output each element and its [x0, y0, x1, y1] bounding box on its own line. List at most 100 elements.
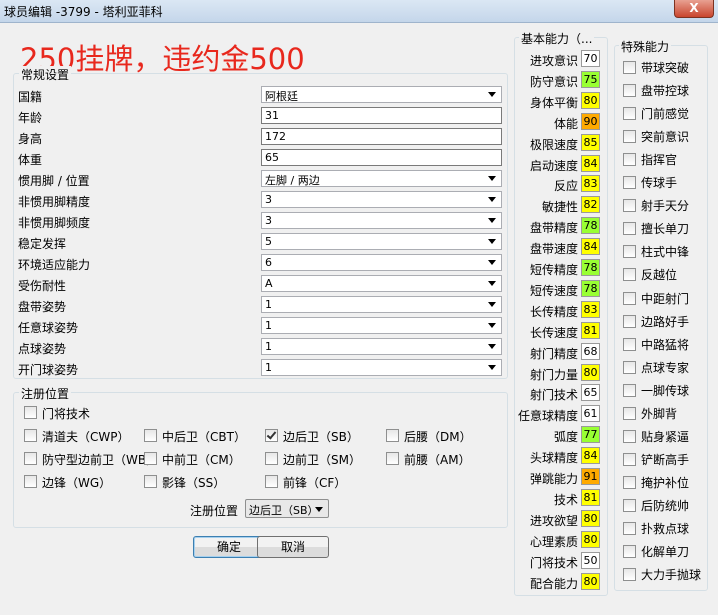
position-checkbox[interactable]: 后腰（DM）: [386, 428, 472, 444]
cancel-button[interactable]: 取消: [257, 536, 329, 558]
unchecked-box-icon[interactable]: [623, 383, 636, 397]
unchecked-box-icon[interactable]: [24, 406, 37, 419]
ability-value[interactable]: 70: [581, 50, 600, 67]
setting-select[interactable]: 1: [261, 296, 502, 313]
setting-select[interactable]: 左脚 / 两边: [261, 170, 502, 187]
setting-select[interactable]: 1: [261, 338, 502, 355]
skill-checkbox[interactable]: 大力手抛球: [623, 566, 701, 582]
unchecked-box-icon[interactable]: [623, 429, 636, 443]
ability-value[interactable]: 77: [581, 426, 600, 444]
unchecked-box-icon[interactable]: [623, 291, 636, 305]
unchecked-box-icon[interactable]: [623, 314, 636, 328]
unchecked-box-icon[interactable]: [623, 245, 636, 259]
position-checkbox[interactable]: 前锋（CF）: [265, 474, 346, 490]
ability-value[interactable]: 80: [581, 91, 600, 109]
skill-checkbox[interactable]: 盘带控球: [623, 82, 689, 98]
unchecked-box-icon[interactable]: [24, 452, 37, 465]
ability-value[interactable]: 50: [581, 551, 600, 569]
unchecked-box-icon[interactable]: [623, 360, 636, 374]
skill-checkbox[interactable]: 掩护补位: [623, 474, 689, 490]
skill-checkbox[interactable]: 外脚背: [623, 405, 677, 421]
setting-select[interactable]: 6: [261, 254, 502, 271]
unchecked-box-icon[interactable]: [144, 429, 157, 442]
ability-value[interactable]: 80: [581, 509, 600, 527]
unchecked-box-icon[interactable]: [623, 406, 636, 420]
ability-value[interactable]: 78: [581, 259, 600, 276]
position-checkbox[interactable]: 清道夫（CWP）: [24, 428, 129, 444]
unchecked-box-icon[interactable]: [623, 176, 636, 190]
unchecked-box-icon[interactable]: [623, 130, 636, 144]
setting-select[interactable]: 3: [261, 212, 502, 229]
unchecked-box-icon[interactable]: [386, 429, 399, 442]
ability-value[interactable]: 91: [581, 468, 600, 485]
position-checkbox[interactable]: 边后卫（SB）: [265, 428, 359, 444]
skill-checkbox[interactable]: 门前感觉: [623, 105, 689, 121]
ability-value[interactable]: 61: [581, 405, 600, 423]
close-button[interactable]: X: [674, 0, 714, 18]
position-checkbox[interactable]: 前腰（AM）: [386, 451, 471, 467]
position-checkbox[interactable]: 中前卫（CM）: [144, 451, 241, 467]
ability-value[interactable]: 81: [581, 488, 600, 506]
skill-checkbox[interactable]: 化解单刀: [623, 543, 689, 559]
skill-checkbox[interactable]: 铲断高手: [623, 451, 689, 467]
unchecked-box-icon[interactable]: [144, 452, 157, 465]
unchecked-box-icon[interactable]: [623, 222, 636, 236]
setting-select[interactable]: 阿根廷: [261, 86, 502, 103]
position-checkbox[interactable]: 影锋（SS）: [144, 474, 225, 490]
ability-value[interactable]: 83: [581, 175, 600, 193]
registered-position-select[interactable]: 边后卫（SB）: [245, 499, 329, 518]
ability-value[interactable]: 78: [581, 217, 600, 235]
setting-input[interactable]: 31: [261, 107, 502, 124]
unchecked-box-icon[interactable]: [24, 429, 37, 442]
unchecked-box-icon[interactable]: [623, 153, 636, 167]
position-checkbox[interactable]: 边前卫（SM）: [265, 451, 361, 467]
setting-select[interactable]: 1: [261, 317, 502, 334]
setting-input[interactable]: 65: [261, 149, 502, 166]
unchecked-box-icon[interactable]: [623, 452, 636, 466]
position-checkbox[interactable]: 门将技术: [24, 405, 90, 421]
ability-value[interactable]: 75: [581, 70, 600, 88]
unchecked-box-icon[interactable]: [144, 475, 157, 488]
setting-select[interactable]: 3: [261, 191, 502, 208]
ability-value[interactable]: 82: [581, 196, 600, 214]
skill-checkbox[interactable]: 贴身紧逼: [623, 428, 689, 444]
position-checkbox[interactable]: 边锋（WG）: [24, 474, 111, 490]
skill-checkbox[interactable]: 柱式中锋: [623, 243, 689, 259]
position-checkbox[interactable]: 中后卫（CBT）: [144, 428, 246, 444]
skill-checkbox[interactable]: 射手天分: [623, 197, 689, 213]
unchecked-box-icon[interactable]: [623, 545, 636, 559]
ability-value[interactable]: 84: [581, 447, 600, 465]
skill-checkbox[interactable]: 指挥官: [623, 151, 677, 167]
skill-checkbox[interactable]: 边路好手: [623, 313, 689, 329]
unchecked-box-icon[interactable]: [265, 452, 278, 465]
checked-box-icon[interactable]: [265, 429, 278, 442]
unchecked-box-icon[interactable]: [24, 475, 37, 488]
unchecked-box-icon[interactable]: [623, 84, 636, 98]
skill-checkbox[interactable]: 中路猛将: [623, 336, 689, 352]
unchecked-box-icon[interactable]: [386, 452, 399, 465]
ability-value[interactable]: 83: [581, 300, 600, 318]
ability-value[interactable]: 84: [581, 238, 600, 256]
unchecked-box-icon[interactable]: [623, 61, 636, 74]
ability-value[interactable]: 78: [581, 279, 600, 297]
skill-checkbox[interactable]: 点球专家: [623, 359, 689, 375]
setting-select[interactable]: A: [261, 275, 502, 292]
skill-checkbox[interactable]: 擅长单刀: [623, 220, 689, 236]
unchecked-box-icon[interactable]: [623, 268, 636, 282]
unchecked-box-icon[interactable]: [623, 522, 636, 535]
unchecked-box-icon[interactable]: [623, 475, 636, 489]
skill-checkbox[interactable]: 一脚传球: [623, 382, 689, 398]
unchecked-box-icon[interactable]: [265, 475, 278, 488]
ability-value[interactable]: 85: [581, 133, 600, 151]
setting-select[interactable]: 1: [261, 359, 502, 376]
unchecked-box-icon[interactable]: [623, 337, 636, 351]
unchecked-box-icon[interactable]: [623, 107, 636, 121]
skill-checkbox[interactable]: 突前意识: [623, 128, 689, 144]
setting-select[interactable]: 5: [261, 233, 502, 250]
ability-value[interactable]: 68: [581, 342, 600, 360]
skill-checkbox[interactable]: 中距射门: [623, 290, 689, 306]
unchecked-box-icon[interactable]: [623, 568, 636, 582]
position-checkbox[interactable]: 防守型边前卫（WB）: [24, 451, 158, 467]
ability-value[interactable]: 65: [581, 384, 600, 402]
skill-checkbox[interactable]: 传球手: [623, 174, 677, 190]
